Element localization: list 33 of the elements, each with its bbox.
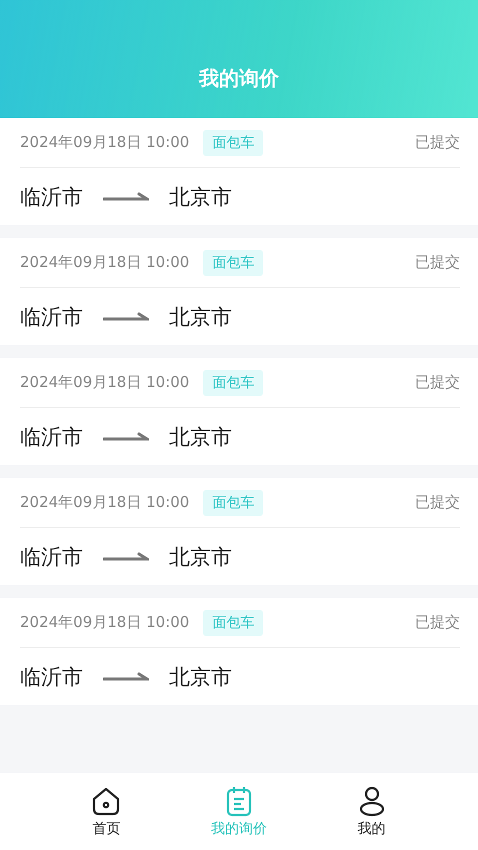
vehicle-tag: 面包车 <box>203 490 264 516</box>
vehicle-tag: 面包车 <box>203 370 264 396</box>
inquiry-time: 2024年09月18日 10:00 <box>20 493 190 512</box>
inquiry-time: 2024年09月18日 10:00 <box>20 373 190 392</box>
origin-city: 临沂市 <box>20 544 83 570</box>
page-title: 我的询价 <box>199 65 279 92</box>
destination-city: 北京市 <box>169 664 232 690</box>
status-text: 已提交 <box>415 493 460 512</box>
vehicle-tag: 面包车 <box>203 250 264 276</box>
status-text: 已提交 <box>415 133 460 152</box>
destination-city: 北京市 <box>169 424 232 450</box>
vehicle-tag: 面包车 <box>203 130 264 156</box>
vehicle-tag: 面包车 <box>203 610 264 636</box>
status-text: 已提交 <box>415 253 460 272</box>
status-text: 已提交 <box>415 373 460 392</box>
inquiry-card[interactable]: 2024年09月18日 10:00 面包车 已提交 临沂市 北京市 <box>0 358 478 465</box>
inquiry-card[interactable]: 2024年09月18日 10:00 面包车 已提交 临沂市 北京市 <box>0 598 478 705</box>
nav-tab[interactable]: 我的 <box>322 785 422 838</box>
nav-tab[interactable]: 首页 <box>56 785 156 838</box>
origin-city: 临沂市 <box>20 184 83 210</box>
origin-city: 临沂市 <box>20 664 83 690</box>
inquiry-time: 2024年09月18日 10:00 <box>20 253 190 272</box>
inquiry-card[interactable]: 2024年09月18日 10:00 面包车 已提交 临沂市 北京市 <box>0 478 478 585</box>
inquiry-card[interactable]: 2024年09月18日 10:00 面包车 已提交 临沂市 北京市 <box>0 238 478 345</box>
status-text: 已提交 <box>415 613 460 632</box>
destination-city: 北京市 <box>169 544 232 570</box>
inquiry-card[interactable]: 2024年09月18日 10:00 面包车 已提交 临沂市 北京市 <box>0 118 478 225</box>
destination-city: 北京市 <box>169 184 232 210</box>
inquiry-time: 2024年09月18日 10:00 <box>20 133 190 152</box>
origin-city: 临沂市 <box>20 424 83 450</box>
origin-city: 临沂市 <box>20 304 83 330</box>
destination-city: 北京市 <box>169 304 232 330</box>
inquiry-time: 2024年09月18日 10:00 <box>20 613 190 632</box>
